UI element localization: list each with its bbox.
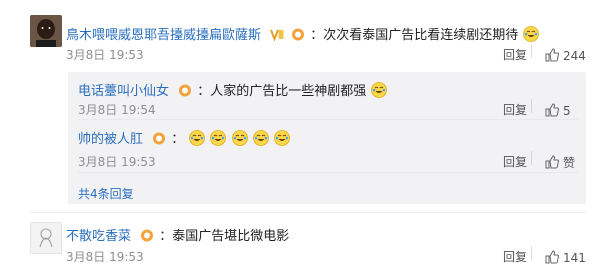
like-count: 赞 — [563, 156, 576, 170]
reply-time: 3月8日 19:54 — [78, 103, 156, 117]
comment-text: ：次次看泰国广告比看连续剧还期待 — [310, 28, 519, 43]
avatar[interactable] — [30, 15, 62, 47]
like-button[interactable]: 赞 — [545, 152, 575, 171]
like-count: 141 — [563, 251, 586, 265]
laugh-cry-emoji-icon — [371, 82, 388, 98]
like-button[interactable]: 5 — [545, 100, 571, 119]
comment-line: 鳥木喂喂威恩耶吾擡威擡扁歐薩斯 ：次次看泰国广告比看连续剧还期待 — [66, 24, 540, 43]
laugh-cry-emoji-icon — [231, 130, 248, 146]
avatar-image — [30, 15, 62, 47]
thumbs-up-icon — [545, 102, 560, 117]
avatar-image — [39, 228, 53, 248]
reply-button[interactable]: 回复 — [503, 153, 527, 170]
reply-text: ：人家的广告比一些神剧都强 — [197, 84, 367, 99]
like-count: 244 — [563, 49, 586, 63]
divider — [30, 212, 586, 213]
thumbs-up-icon — [545, 47, 560, 62]
reply-text: ： — [171, 132, 185, 147]
comment-line: 不散吃香菜 ：泰国广告堪比微电影 — [66, 225, 289, 244]
thumbs-up-icon — [545, 249, 560, 264]
comment-text: ：泰国广告堪比微电影 — [159, 229, 290, 244]
reply-author[interactable]: 帅的被人肛 — [78, 132, 143, 147]
comment-time: 3月8日 19:53 — [66, 48, 144, 62]
reply-button[interactable]: 回复 — [503, 248, 527, 265]
comment-time: 3月8日 19:53 — [66, 250, 144, 264]
vip-badge-icon — [270, 26, 284, 42]
reply-button[interactable]: 回复 — [503, 46, 527, 63]
member-badge-icon — [178, 82, 192, 97]
divider — [78, 172, 578, 173]
member-badge-icon — [291, 26, 305, 41]
separator — [531, 246, 532, 260]
laugh-cry-emoji-icon — [523, 26, 540, 42]
like-button[interactable]: 141 — [545, 247, 586, 266]
thumbs-up-icon — [545, 154, 560, 169]
separator — [531, 44, 532, 58]
comment-author[interactable]: 鳥木喂喂威恩耶吾擡威擡扁歐薩斯 — [66, 28, 261, 43]
reply-line: 帅的被人肛 ： — [78, 128, 290, 147]
reply-button[interactable]: 回复 — [503, 101, 527, 118]
laugh-cry-emoji-icon — [252, 130, 269, 146]
reply-time: 3月8日 19:53 — [78, 155, 156, 169]
separator — [531, 99, 532, 113]
divider — [78, 119, 578, 120]
like-count: 5 — [563, 104, 571, 118]
like-button[interactable]: 244 — [545, 45, 586, 64]
comment-author[interactable]: 不散吃香菜 — [66, 229, 131, 244]
reply-author[interactable]: 电话薹叫小仙女 — [78, 84, 169, 99]
more-replies-link[interactable]: 共4条回复 — [78, 185, 134, 202]
laugh-cry-emoji-icon — [189, 130, 206, 146]
avatar[interactable] — [30, 222, 62, 254]
separator — [531, 151, 532, 165]
member-badge-icon — [140, 227, 154, 242]
laugh-cry-emoji-icon — [273, 130, 290, 146]
laugh-cry-emoji-icon — [210, 130, 227, 146]
reply-line: 电话薹叫小仙女 ：人家的广告比一些神剧都强 — [78, 80, 388, 99]
member-badge-icon — [152, 130, 166, 145]
